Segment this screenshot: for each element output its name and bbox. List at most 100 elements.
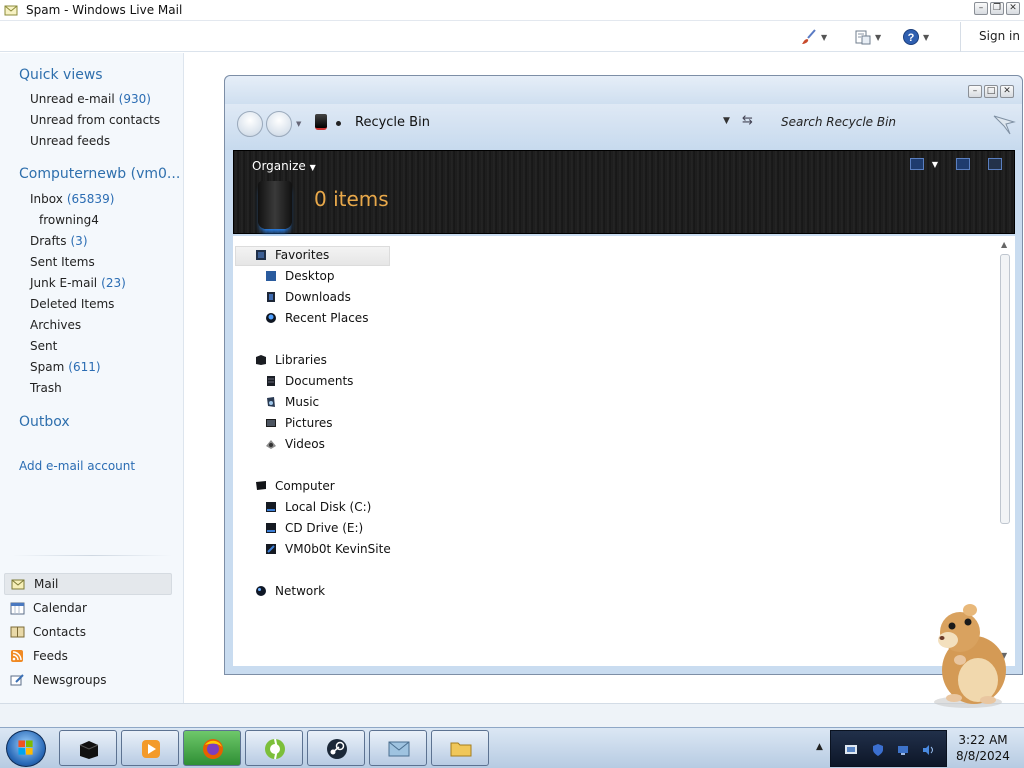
explorer-minimize-button[interactable]: – (968, 85, 982, 98)
quick-view-unread-contacts[interactable]: Unread from contacts (30, 113, 160, 127)
mode-label: Contacts (33, 625, 86, 639)
change-view-button[interactable]: ▼ (909, 158, 938, 170)
forward-button[interactable] (266, 111, 292, 137)
network-icon[interactable] (896, 743, 910, 757)
folder-trash[interactable]: Trash (30, 381, 62, 395)
network-drive-icon (266, 544, 276, 554)
help-icon[interactable] (988, 158, 1002, 170)
mode-contacts[interactable]: Contacts (4, 621, 172, 643)
taskbar-folder[interactable] (431, 730, 489, 766)
hamster-desktop-pet[interactable] (918, 598, 1014, 710)
address-dropdown-icon[interactable]: ▼ (723, 116, 730, 126)
hard-drive-icon (266, 502, 276, 512)
status-bar (0, 703, 1024, 727)
taskbar-media-player[interactable] (121, 730, 179, 766)
tree-label: Network (275, 584, 326, 598)
organize-label: Organize (252, 159, 306, 173)
recycle-bin-icon (315, 114, 327, 130)
refresh-icon[interactable]: ⇆ (742, 113, 753, 128)
tree-network-drive[interactable]: VM0b0t KevinSite (265, 542, 391, 556)
tree-desktop[interactable]: Desktop (265, 269, 335, 283)
taskbar-steam[interactable] (307, 730, 365, 766)
history-chevron-icon[interactable]: ▼ (296, 120, 301, 128)
mode-newsgroups[interactable]: Newsgroups (4, 669, 172, 691)
scroll-up-icon[interactable]: ▲ (1001, 240, 1007, 249)
paintbrush-button[interactable]: ▼ (800, 26, 827, 48)
folder-label: Drafts (30, 234, 67, 248)
start-button[interactable] (6, 730, 46, 767)
outbox-heading[interactable]: Outbox (19, 414, 70, 430)
paintbrush-icon (802, 29, 816, 44)
tree-local-disk[interactable]: Local Disk (C:) (265, 500, 371, 514)
folder-label: Sent Items (30, 255, 95, 269)
tree-network[interactable]: Network (255, 584, 325, 598)
taskbar-ccleaner[interactable] (245, 730, 303, 766)
tree-downloads[interactable]: Downloads (265, 290, 351, 304)
folder-label: Deleted Items (30, 297, 115, 311)
pictures-icon (266, 419, 276, 427)
folder-label: Sent (30, 339, 58, 353)
tree-favorites[interactable]: Favorites (255, 248, 329, 262)
folder-archives[interactable]: Archives (30, 318, 81, 332)
sign-in-button[interactable]: Sign in (960, 22, 1024, 52)
minimize-button[interactable]: – (974, 2, 988, 15)
folder-junk-email[interactable]: Junk E-mail (23) (30, 276, 126, 290)
close-button[interactable]: ✕ (1006, 2, 1020, 15)
layout-button[interactable]: ▼ (854, 26, 881, 48)
tree-computer[interactable]: Computer (255, 479, 335, 493)
taskbar-explorer[interactable] (59, 730, 117, 766)
layout-icon (855, 30, 871, 45)
folder-sent-items[interactable]: Sent Items (30, 255, 95, 269)
tree-label: Local Disk (C:) (285, 500, 372, 514)
mode-mail[interactable]: Mail (4, 573, 172, 595)
folder-frowning4[interactable]: frowning4 (39, 213, 99, 227)
window-title: Spam - Windows Live Mail (26, 3, 183, 17)
add-email-account-link[interactable]: Add e-mail account (19, 459, 135, 473)
system-clock[interactable]: 3:22 AM 8/8/2024 (948, 732, 1018, 764)
tree-recent-places[interactable]: Recent Places (265, 311, 368, 325)
folder-label: Junk E-mail (30, 276, 98, 290)
quick-view-unread-feeds[interactable]: Unread feeds (30, 134, 110, 148)
quick-view-unread-email[interactable]: Unread e-mail (930) (30, 92, 151, 106)
folder-label: Unread e-mail (30, 92, 115, 106)
tree-pictures[interactable]: Pictures (265, 416, 333, 430)
quick-views-heading[interactable]: Quick views (19, 67, 103, 83)
explorer-maximize-button[interactable]: □ (984, 85, 998, 98)
folder-label: Trash (30, 381, 62, 395)
tree-libraries[interactable]: Libraries (255, 353, 327, 367)
vertical-scrollbar[interactable]: ▲ ▼ (999, 240, 1011, 660)
address-bar-row: ▼ Recycle Bin ▼ ⇆ Search Recycle Bin (225, 104, 1022, 150)
tree-music[interactable]: Music (265, 395, 319, 409)
back-button[interactable] (237, 111, 263, 137)
taskbar-firefox[interactable] (183, 730, 241, 766)
search-input[interactable]: Search Recycle Bin (781, 115, 896, 129)
tree-label: Favorites (275, 248, 330, 262)
folder-drafts[interactable]: Drafts (3) (30, 234, 88, 248)
organize-button[interactable]: Organize ▼ (252, 159, 316, 173)
show-hidden-icons-button[interactable]: ▲ (816, 742, 823, 752)
tree-videos[interactable]: Videos (265, 437, 325, 451)
scrollbar-thumb[interactable] (1000, 254, 1010, 524)
tree-documents[interactable]: Documents (265, 374, 353, 388)
folder-sent[interactable]: Sent (30, 339, 57, 353)
account-heading[interactable]: Computernewb (vm0... (19, 166, 180, 182)
folder-inbox[interactable]: Inbox (65839) (30, 192, 114, 206)
mode-label: Feeds (33, 649, 68, 663)
computer-icon (256, 481, 266, 490)
mode-calendar[interactable]: Calendar (4, 597, 172, 619)
folder-spam[interactable]: Spam (611) (30, 360, 101, 374)
help-button[interactable]: ? ▼ (902, 26, 929, 48)
unread-count: (611) (68, 360, 101, 374)
folder-deleted-items[interactable]: Deleted Items (30, 297, 114, 311)
preview-pane-icon[interactable] (956, 158, 970, 170)
mode-feeds[interactable]: Feeds (4, 645, 172, 667)
search-icon[interactable] (992, 112, 1016, 136)
explorer-close-button[interactable]: ✕ (1000, 85, 1014, 98)
action-center-icon[interactable] (844, 743, 858, 757)
restore-button[interactable]: ❐ (990, 2, 1004, 15)
taskbar-windows-live-mail[interactable] (369, 730, 427, 766)
security-shield-icon[interactable] (871, 743, 885, 757)
address-breadcrumb[interactable]: Recycle Bin (355, 115, 430, 130)
volume-icon[interactable] (921, 743, 935, 757)
tree-cd-drive[interactable]: CD Drive (E:) (265, 521, 363, 535)
